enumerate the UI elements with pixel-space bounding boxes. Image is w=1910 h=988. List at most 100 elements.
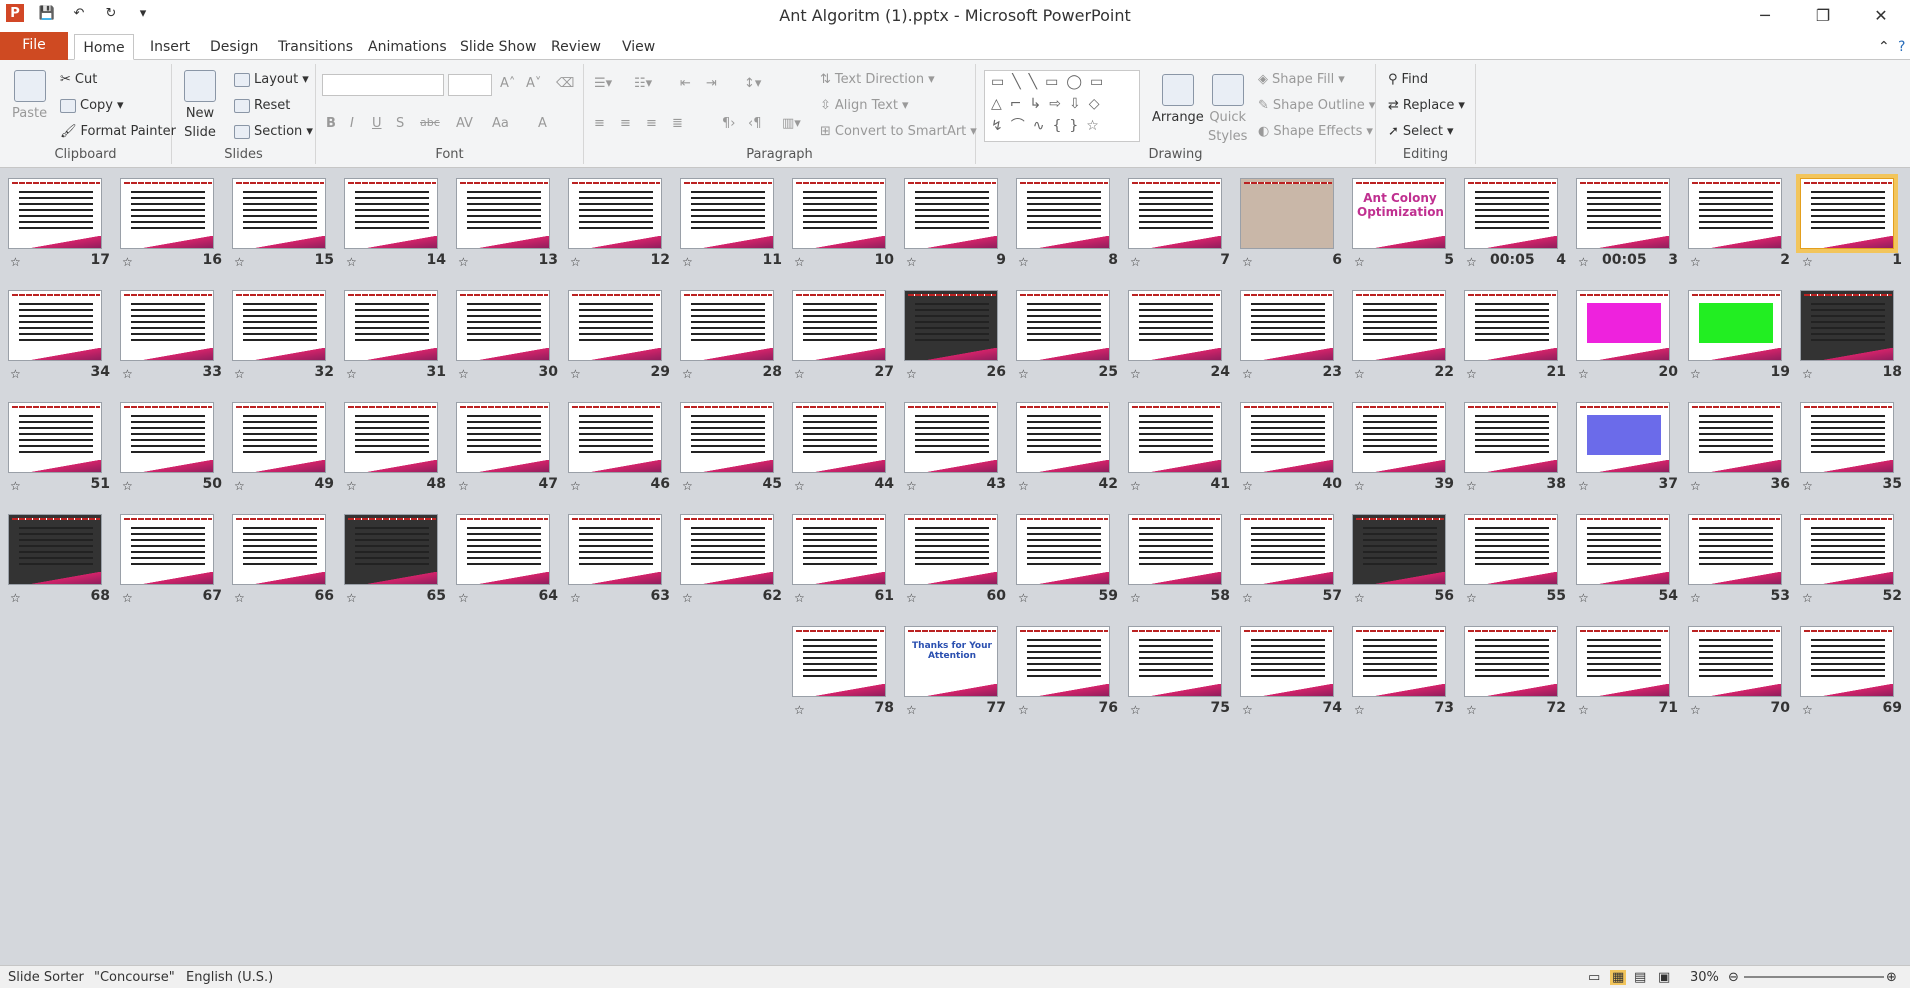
slide-preview[interactable]	[232, 402, 326, 473]
slide-thumbnail-7[interactable]: ☆ 7	[1128, 178, 1240, 290]
slide-preview[interactable]	[1688, 290, 1782, 361]
shape-effects-button[interactable]: ◐ Shape Effects ▾	[1258, 124, 1373, 139]
slide-preview[interactable]	[1464, 514, 1558, 585]
slide-preview[interactable]: Thanks for Your Attention	[904, 626, 998, 697]
slide-thumbnail-62[interactable]: ☆ 62	[680, 514, 792, 626]
slide-preview[interactable]	[8, 178, 102, 249]
slide-preview[interactable]	[1800, 514, 1894, 585]
slide-thumbnail-6[interactable]: ☆ 6	[1240, 178, 1352, 290]
slide-preview[interactable]	[680, 402, 774, 473]
tab-slide-show[interactable]: Slide Show	[450, 34, 546, 60]
slide-thumbnail-68[interactable]: ☆ 68	[8, 514, 120, 626]
slide-preview[interactable]	[1128, 290, 1222, 361]
slide-preview[interactable]	[344, 178, 438, 249]
slide-preview[interactable]	[568, 514, 662, 585]
decrease-indent-icon[interactable]: ⇤	[680, 76, 691, 91]
slide-thumbnail-60[interactable]: ☆ 60	[904, 514, 1016, 626]
italic-button[interactable]: I	[350, 116, 354, 131]
reset-button[interactable]: Reset	[234, 98, 290, 113]
slide-thumbnail-53[interactable]: ☆ 53	[1688, 514, 1800, 626]
tab-home[interactable]: Home	[74, 34, 134, 60]
slide-preview[interactable]	[904, 402, 998, 473]
slide-thumbnail-50[interactable]: ☆ 50	[120, 402, 232, 514]
slide-preview[interactable]	[8, 514, 102, 585]
slide-preview[interactable]	[1240, 290, 1334, 361]
slide-thumbnail-35[interactable]: ☆ 35	[1800, 402, 1910, 514]
slide-preview[interactable]	[344, 402, 438, 473]
slide-preview[interactable]	[792, 626, 886, 697]
text-direction-button[interactable]: ⇅ Text Direction ▾	[820, 72, 935, 87]
slide-thumbnail-61[interactable]: ☆ 61	[792, 514, 904, 626]
tab-design[interactable]: Design	[200, 34, 268, 60]
slide-thumbnail-37[interactable]: ☆ 37	[1576, 402, 1688, 514]
slide-preview[interactable]	[456, 290, 550, 361]
zoom-slider[interactable]	[1744, 976, 1884, 978]
layout-button[interactable]: Layout ▾	[234, 72, 309, 87]
select-button[interactable]: ➚ Select ▾	[1388, 124, 1454, 139]
convert-smartart-button[interactable]: ⊞ Convert to SmartArt ▾	[820, 124, 977, 139]
slide-thumbnail-21[interactable]: ☆ 21	[1464, 290, 1576, 402]
slide-thumbnail-36[interactable]: ☆ 36	[1688, 402, 1800, 514]
shrink-font-icon[interactable]: A˅	[526, 76, 541, 91]
slide-thumbnail-45[interactable]: ☆ 45	[680, 402, 792, 514]
align-right-icon[interactable]: ≡	[646, 116, 657, 131]
slide-thumbnail-27[interactable]: ☆ 27	[792, 290, 904, 402]
slide-preview[interactable]	[120, 514, 214, 585]
cut-button[interactable]: ✂ Cut	[60, 72, 97, 87]
slide-thumbnail-59[interactable]: ☆ 59	[1016, 514, 1128, 626]
language-indicator[interactable]: English (U.S.)	[186, 970, 273, 985]
zoom-level[interactable]: 30%	[1690, 970, 1719, 985]
slide-thumbnail-5[interactable]: Ant Colony Optimization ☆ 5	[1352, 178, 1464, 290]
slide-thumbnail-65[interactable]: ☆ 65	[344, 514, 456, 626]
slide-thumbnail-46[interactable]: ☆ 46	[568, 402, 680, 514]
slide-thumbnail-11[interactable]: ☆ 11	[680, 178, 792, 290]
strikethrough-button[interactable]: abc	[420, 116, 440, 129]
slide-show-view-icon[interactable]: ▣	[1658, 970, 1670, 985]
slide-preview[interactable]	[1800, 626, 1894, 697]
line-spacing-icon[interactable]: ↕▾	[744, 76, 761, 91]
slide-thumbnail-43[interactable]: ☆ 43	[904, 402, 1016, 514]
slide-thumbnail-78[interactable]: ☆ 78	[792, 626, 904, 738]
slide-thumbnail-39[interactable]: ☆ 39	[1352, 402, 1464, 514]
slide-preview[interactable]	[1688, 178, 1782, 249]
slide-preview[interactable]	[1016, 514, 1110, 585]
slide-thumbnail-49[interactable]: ☆ 49	[232, 402, 344, 514]
slide-preview[interactable]	[456, 514, 550, 585]
slide-thumbnail-42[interactable]: ☆ 42	[1016, 402, 1128, 514]
slide-thumbnail-70[interactable]: ☆ 70	[1688, 626, 1800, 738]
shadow-button[interactable]: S	[396, 116, 404, 131]
slide-thumbnail-31[interactable]: ☆ 31	[344, 290, 456, 402]
arrange-button[interactable]: Arrange	[1152, 74, 1204, 125]
reading-view-icon[interactable]: ▤	[1634, 970, 1646, 985]
slide-thumbnail-76[interactable]: ☆ 76	[1016, 626, 1128, 738]
slide-preview[interactable]	[1128, 178, 1222, 249]
slide-preview[interactable]	[1016, 402, 1110, 473]
slide-preview[interactable]	[1800, 402, 1894, 473]
shape-fill-button[interactable]: ◈ Shape Fill ▾	[1258, 72, 1345, 87]
slide-thumbnail-74[interactable]: ☆ 74	[1240, 626, 1352, 738]
slide-preview[interactable]	[456, 402, 550, 473]
slide-thumbnail-56[interactable]: ☆ 56	[1352, 514, 1464, 626]
minimize-button[interactable]: ─	[1736, 0, 1794, 30]
slide-preview[interactable]	[792, 402, 886, 473]
slide-thumbnail-18[interactable]: ☆ 18	[1800, 290, 1910, 402]
font-name-box[interactable]	[322, 74, 444, 96]
slide-thumbnail-72[interactable]: ☆ 72	[1464, 626, 1576, 738]
slide-thumbnail-1[interactable]: ☆ 1	[1796, 174, 1910, 290]
slide-preview[interactable]	[904, 290, 998, 361]
slide-preview[interactable]	[1352, 626, 1446, 697]
clear-formatting-icon[interactable]: ⌫	[556, 76, 574, 91]
slide-preview[interactable]	[344, 514, 438, 585]
slide-preview[interactable]	[1128, 626, 1222, 697]
slide-preview[interactable]	[232, 290, 326, 361]
slide-preview[interactable]	[1128, 402, 1222, 473]
align-text-button[interactable]: ⇳ Align Text ▾	[820, 98, 908, 113]
slide-thumbnail-4[interactable]: ☆ 4 00:05	[1464, 178, 1576, 290]
slide-preview[interactable]	[568, 290, 662, 361]
slide-thumbnail-64[interactable]: ☆ 64	[456, 514, 568, 626]
slide-preview[interactable]	[1128, 514, 1222, 585]
slide-preview[interactable]	[120, 290, 214, 361]
slide-thumbnail-57[interactable]: ☆ 57	[1240, 514, 1352, 626]
columns-icon[interactable]: ▥▾	[782, 116, 801, 131]
slide-preview[interactable]	[1800, 290, 1894, 361]
